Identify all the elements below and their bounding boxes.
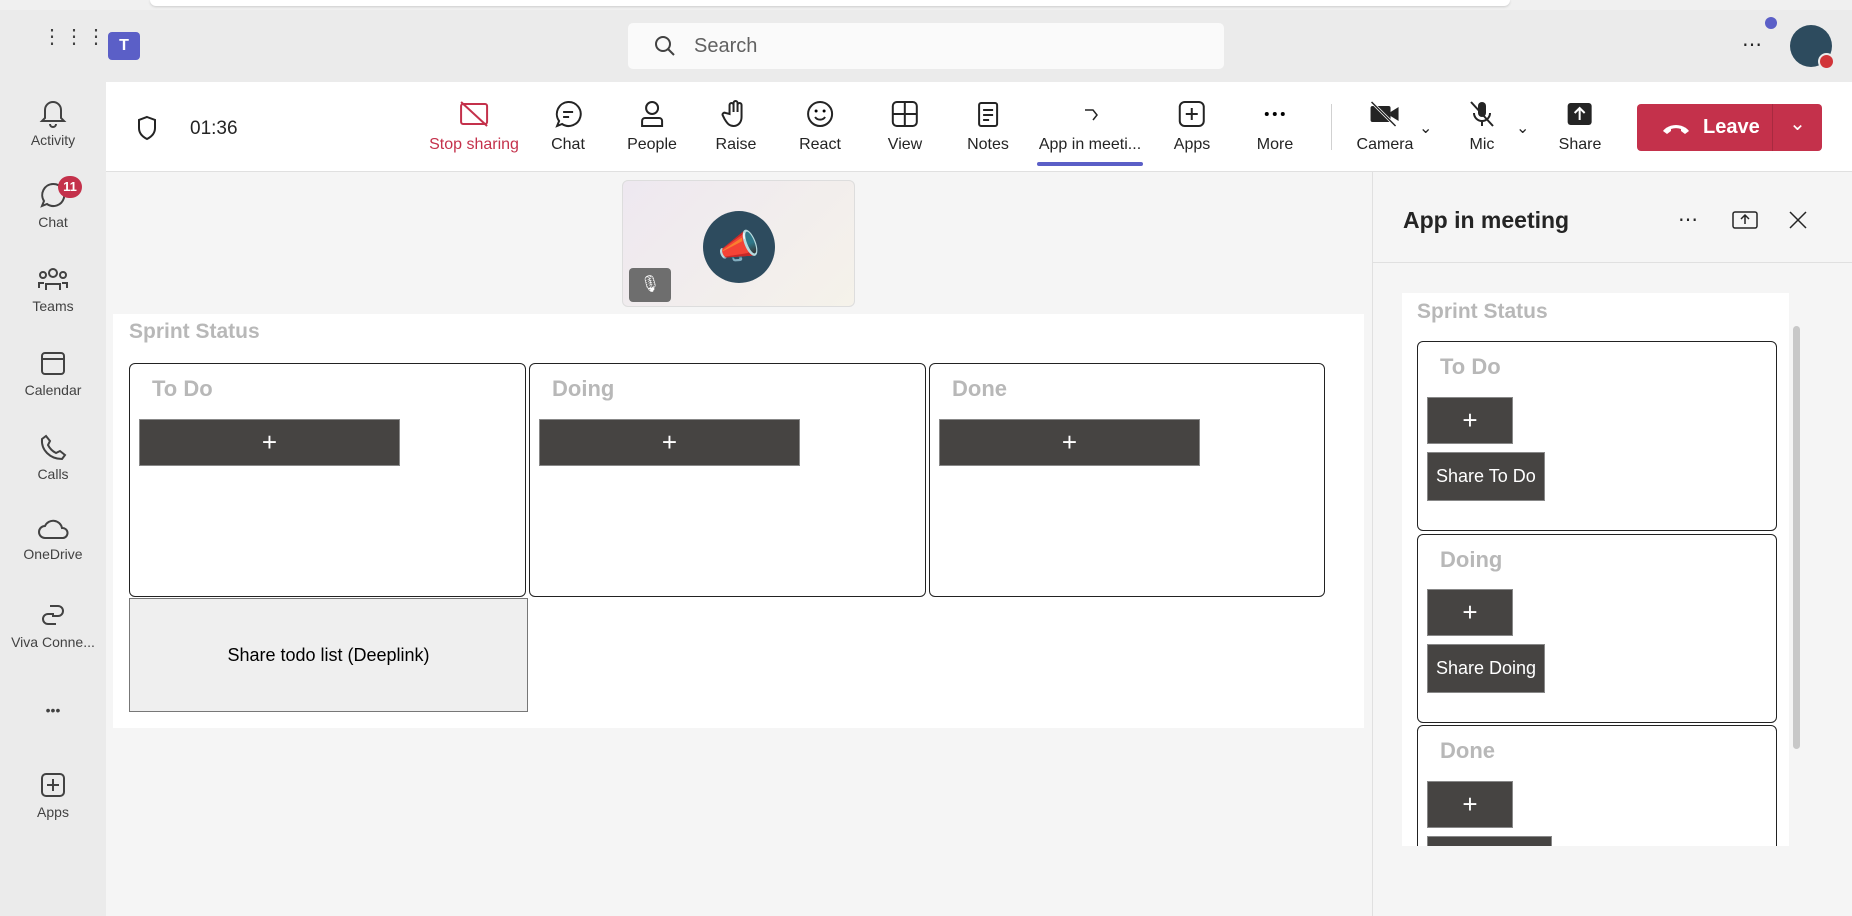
rail-onedrive[interactable]: OneDrive — [0, 516, 106, 562]
camera-options-chevron-icon[interactable]: ⌄ — [1419, 118, 1432, 138]
rail-more[interactable]: ••• — [0, 702, 106, 718]
smile-icon — [806, 101, 833, 127]
add-todo-button[interactable]: + — [139, 419, 400, 466]
calendar-icon — [41, 352, 65, 375]
stop-sharing-button[interactable]: Stop sharing — [429, 100, 519, 154]
more-button[interactable]: More — [1257, 100, 1293, 154]
more-options-button[interactable]: ⋯ — [1742, 32, 1762, 57]
rail-viva[interactable]: Viva Conne... — [0, 600, 106, 650]
chat-button[interactable]: Chat — [551, 100, 585, 154]
apps-icon — [41, 773, 65, 797]
search-icon — [655, 36, 675, 56]
shield-icon — [138, 115, 156, 141]
chat-badge: 11 — [58, 176, 82, 198]
more-icon — [1264, 112, 1285, 116]
add-done-button[interactable]: + — [939, 419, 1200, 466]
viva-icon — [42, 605, 64, 625]
column-done: Done + — [929, 363, 1325, 597]
app-launcher-icon[interactable]: ⋮⋮⋮ — [42, 27, 108, 47]
rail-teams[interactable]: Teams — [0, 264, 106, 314]
panel-scrollbar[interactable] — [1793, 326, 1800, 749]
browser-strip — [0, 0, 1852, 10]
grid-icon — [891, 101, 918, 127]
share-tray-icon — [1567, 103, 1592, 125]
notification-dot — [1765, 17, 1777, 29]
panel-card-doing: Doing + Share Doing — [1417, 534, 1777, 723]
column-title: Doing — [552, 376, 615, 401]
rail-calls[interactable]: Calls — [0, 432, 106, 482]
participant-avatar: 📣 — [703, 211, 775, 283]
notes-button[interactable]: Notes — [967, 100, 1009, 154]
mic-button[interactable]: Mic — [1467, 100, 1497, 154]
share-doing-button[interactable]: Share Doing — [1427, 644, 1546, 693]
bell-icon — [39, 101, 67, 128]
rail-chat[interactable]: 11 Chat — [0, 176, 106, 230]
camera-button[interactable]: Camera — [1357, 100, 1413, 154]
search-input[interactable]: Search — [628, 23, 1224, 69]
card-title: Doing — [1440, 547, 1503, 572]
sprint-title: Sprint Status — [129, 320, 260, 343]
rail-activity[interactable]: Activity — [0, 98, 106, 148]
add-app-icon — [1179, 101, 1205, 127]
meeting-timer: 01:36 — [190, 118, 238, 139]
add-todo-button[interactable]: + — [1427, 397, 1513, 444]
status-busy-icon — [1818, 53, 1835, 70]
teams-logo-icon: T — [108, 32, 140, 60]
chat-icon — [555, 100, 582, 128]
close-icon[interactable] — [1788, 210, 1808, 230]
app-icon — [1085, 109, 1098, 121]
cloud-icon — [38, 519, 69, 539]
share-todo-button[interactable]: Share To Do — [1427, 452, 1545, 501]
mic-off-icon — [1470, 101, 1494, 127]
teams-icon — [38, 268, 68, 290]
panel-card-todo: To Do + Share To Do — [1417, 341, 1777, 531]
mic-options-chevron-icon[interactable]: ⌄ — [1516, 118, 1529, 138]
muted-mic-icon: 🎙 — [629, 268, 671, 302]
active-tab-indicator — [1037, 162, 1143, 166]
camera-off-icon — [1370, 100, 1399, 128]
leave-button[interactable]: Leave ⌄ — [1637, 104, 1822, 151]
column-doing: Doing + — [529, 363, 926, 597]
add-doing-button[interactable]: + — [539, 419, 800, 466]
rail-apps[interactable]: Apps — [0, 770, 106, 820]
hang-up-icon — [1663, 124, 1689, 134]
card-title: To Do — [1440, 354, 1501, 379]
hand-icon — [722, 100, 743, 128]
panel-card-done: Done + — [1417, 725, 1777, 846]
share-done-button[interactable] — [1427, 836, 1552, 846]
people-icon — [640, 101, 663, 127]
rail-calendar[interactable]: Calendar — [0, 348, 106, 398]
view-button[interactable]: View — [888, 100, 922, 154]
raise-hand-button[interactable]: Raise — [716, 100, 756, 154]
phone-icon — [40, 434, 67, 461]
share-deeplink-button[interactable]: Share todo list (Deeplink) — [129, 598, 528, 712]
left-rail: Activity 11 Chat Teams Calendar Calls One… — [0, 82, 106, 916]
apps-button[interactable]: Apps — [1174, 100, 1210, 154]
popout-icon[interactable] — [1732, 210, 1758, 230]
leave-options-chevron-icon[interactable]: ⌄ — [1772, 104, 1822, 151]
add-doing-button[interactable]: + — [1427, 589, 1513, 636]
panel-more-button[interactable]: ⋯ — [1678, 207, 1698, 232]
card-title: Done — [1440, 738, 1495, 763]
column-title: To Do — [152, 376, 213, 401]
toolbar-divider — [1331, 104, 1332, 150]
avatar[interactable] — [1790, 25, 1835, 70]
app-in-meeting-tab[interactable]: App in meeti... — [1037, 100, 1143, 166]
panel-sprint-title: Sprint Status — [1417, 300, 1548, 323]
add-done-button[interactable]: + — [1427, 781, 1513, 828]
react-button[interactable]: React — [799, 100, 841, 154]
column-todo: To Do + — [129, 363, 526, 597]
column-title: Done — [952, 376, 1007, 401]
panel-title: App in meeting — [1403, 207, 1570, 233]
stop-sharing-icon — [460, 101, 488, 127]
participant-video-tile[interactable]: 📣 🎙 — [622, 180, 855, 307]
panel-app-content: Sprint Status To Do + Share To Do Doing + Sh… — [1402, 293, 1789, 846]
people-button[interactable]: People — [627, 100, 677, 154]
notes-icon — [977, 102, 998, 127]
share-button[interactable]: Share — [1559, 100, 1601, 154]
